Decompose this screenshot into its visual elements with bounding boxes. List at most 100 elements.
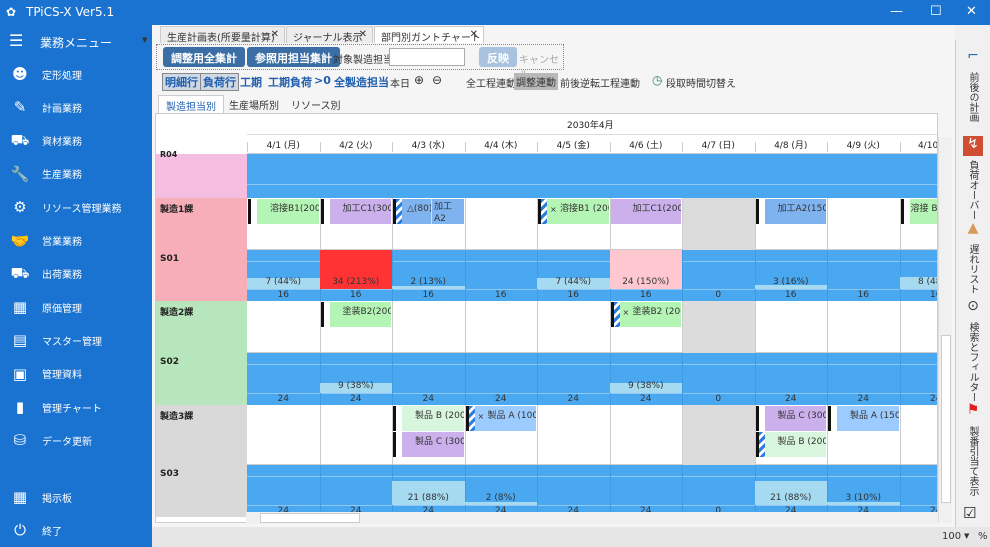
sidebar-item[interactable]: ▣ 管理資料 [0,359,152,389]
task-x-icon: × [477,412,485,421]
tab[interactable]: 部門別ガントチャート ✕ [374,26,484,44]
overload-icon[interactable]: ↯ [963,136,983,156]
right-panel-item[interactable]: 検索とフィルター [965,322,980,402]
task-bar[interactable]: 製品 C (300) [755,406,826,431]
right-panel-item[interactable]: 遅れリスト [965,244,980,294]
maximize-button[interactable]: ☐ [930,4,942,19]
flow-icon[interactable]: ⌐ [963,48,983,68]
sidebar-item[interactable]: ✎ 計画業務 [0,92,152,122]
search-filter-icon[interactable]: ⊙ [963,298,983,318]
day-grid-line [319,405,321,465]
clock-icon: ◷ [652,73,663,87]
task-bar[interactable]: 加工C1(300) [320,199,392,224]
power-icon: ⏻ [14,521,26,539]
sidebar-item-label: リソース管理業務 [42,203,122,215]
sidebar-item[interactable]: ⛟ 出荷業務 [0,259,152,289]
truck-icon: ⛟ [10,263,30,282]
database-icon: ⛁ [13,431,27,450]
tab[interactable]: ジャーナル表示 ✕ [286,26,373,44]
task-label: 溶接B1(200) [270,204,319,214]
close-button[interactable]: ✕ [966,4,977,19]
subtab[interactable]: 製造担当別 [158,95,224,113]
period-load-button[interactable]: 工期負荷 [268,74,312,90]
task-bar[interactable]: 溶接 B1 [900,199,937,224]
h-scroll-thumb[interactable] [260,513,360,523]
detail-row-toggle[interactable]: 明細行 [162,73,201,91]
flag-icon[interactable]: ⚑ [963,402,983,422]
task-bar[interactable]: 製品 A (150) [828,406,899,431]
horizontal-scrollbar[interactable] [246,512,938,524]
task-bar[interactable]: 製品 C (300) [393,432,464,457]
sidebar-item[interactable]: ⛁ データ更新 [0,425,152,455]
right-panel-item[interactable]: 前後の計画 [965,72,980,122]
sidebar-item[interactable]: ▦ 原価管理 [0,292,152,322]
apply-button[interactable]: 反映 [479,47,517,67]
aggregate-ref-button[interactable]: 参照用担当集計 [247,47,340,67]
sidebar-item[interactable]: ▮ 管理チャート [0,392,152,422]
period-button[interactable]: 工期 [240,74,262,90]
zoom-in-icon[interactable]: ⊕ [414,73,424,87]
bar-chart-icon: ▮ [15,398,25,416]
task-bar[interactable]: ×製品 A (100) [465,406,536,431]
sidebar-item[interactable]: 🤝 営業業務 [0,226,152,256]
minimize-button[interactable]: — [890,4,903,19]
task-split-label: 加工 A2 [431,199,464,224]
task-bar[interactable]: 溶接B1(200) [248,199,319,224]
capacity-value: 16 [785,290,797,300]
sidebar-item[interactable]: ⚙ リソース管理業務 [0,192,152,222]
task-label: 加工C1(300) [342,204,392,214]
day-header: 4/7 (日) [701,141,735,151]
adjust-link-button[interactable]: 調整連動 [514,73,558,90]
day-grid-line [682,301,683,353]
task-bar[interactable]: 製品 B (200) [393,406,464,431]
close-icon[interactable]: ✕ [470,29,478,40]
target-input[interactable] [389,48,465,66]
tab-label: 生産計画表(所要量計算) [167,33,275,44]
sidebar-item[interactable]: 🔧 生産業務 [0,159,152,189]
capacity-value: 16 [857,290,869,300]
tab[interactable]: 生産計画表(所要量計算) ✕ [160,26,285,44]
aggregate-all-button[interactable]: 調整用全集計 [163,47,245,67]
sidebar-item[interactable]: ▤ マスター管理 [0,325,152,355]
task-bar[interactable]: ×溶接B1 (200) [538,199,609,224]
task-bar[interactable]: △(80) 加工 A2 [393,199,464,224]
task-bar[interactable]: 加工C1(200) [610,199,681,224]
load-value: 21 (88%) [407,493,449,503]
delay-icon[interactable]: ▲ [963,220,983,240]
task-bar[interactable]: 製品 B (200) [755,432,826,457]
zoom-out-icon[interactable]: ⊖ [432,73,442,87]
right-panel-item[interactable]: 製番引当て表示 [965,426,980,496]
zoom-dropdown-icon[interactable]: ▼ [964,532,969,540]
today-button[interactable]: 本日 [390,75,410,90]
task-bar[interactable]: 加工A2(150) [755,199,826,224]
sidebar-item[interactable]: ⛟ 資材業務 [0,126,152,156]
board-icon: ▦ [12,488,28,506]
day-divider [827,142,828,152]
vertical-scrollbar[interactable] [938,137,952,523]
zoom-level[interactable]: 100 [942,531,961,542]
subtab[interactable]: リソース別 [284,95,348,113]
right-panel-item[interactable]: 負荷オーバー [965,160,980,220]
gt0-button[interactable]: >0 [314,74,331,87]
all-process-link-button[interactable]: 全工程連動 [466,75,516,90]
task-bar[interactable]: 塗装B2(200) [320,302,391,327]
all-mfg-button[interactable]: 全製造担当 [334,74,389,90]
close-icon[interactable]: ✕ [359,29,367,40]
hamburger-icon[interactable]: ☰ [9,31,23,50]
load-value: 24 (150%) [622,277,670,287]
sidebar-item[interactable]: ☻ 定形処理 [0,59,152,89]
load-row-toggle[interactable]: 負荷行 [200,73,239,91]
capacity-value: 24 [567,394,579,404]
task-marker-gap [323,199,330,224]
dropdown-arrow-icon[interactable]: ▼ [142,36,147,44]
reverse-link-button[interactable]: 前後逆転工程連動 [560,75,640,90]
sidebar-item-label: 管理チャート [42,403,102,415]
scroll-thumb[interactable] [941,335,951,503]
checklist-icon[interactable]: ☑ [963,504,976,522]
subtab[interactable]: 生産場所別 [222,95,286,113]
sidebar-item[interactable]: ⏻ 終了 [0,515,152,545]
setup-switch-button[interactable]: 段取時間切替え [666,75,736,90]
task-bar[interactable]: ×塗装B2 (200) [610,302,681,327]
sidebar-item[interactable]: ▦ 掲示板 [0,482,152,512]
close-icon[interactable]: ✕ [271,29,279,40]
